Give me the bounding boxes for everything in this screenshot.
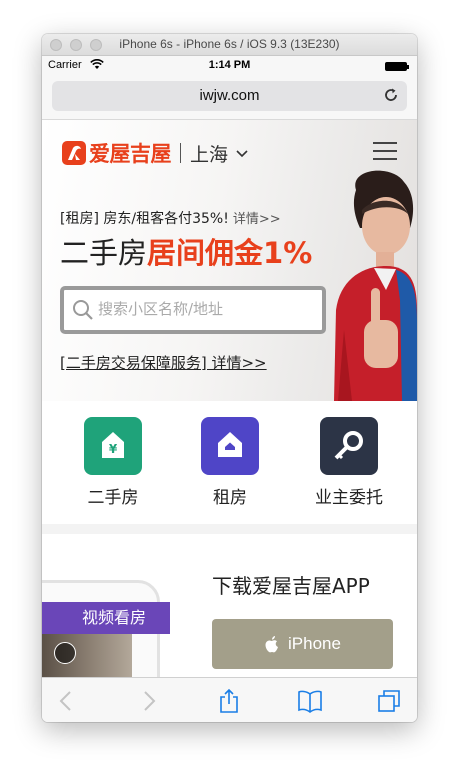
web-page: 爱屋吉屋 上海 [租房] 房东/租客各付35%!详情>> 二手房居间佣金1% — [42, 120, 417, 677]
rent-house-icon — [201, 417, 259, 475]
quick-link-rent[interactable]: 租房 — [185, 417, 275, 508]
play-icon[interactable] — [54, 642, 76, 664]
quick-link-owner-entrust[interactable]: 业主委托 — [304, 417, 394, 508]
video-thumbnail[interactable] — [42, 634, 132, 677]
video-tour-badge[interactable]: 视频看房 — [42, 602, 170, 634]
brand-logo-icon[interactable] — [62, 141, 86, 165]
quick-link-label: 二手房 — [87, 488, 139, 508]
app-download-section: 视频看房 下载爱屋吉屋APP iPhone — [42, 534, 417, 677]
tabs-icon[interactable] — [376, 688, 402, 714]
quick-link-label: 租房 — [213, 488, 247, 508]
rent-promo[interactable]: [租房] 房东/租客各付35%! 详情>> — [60, 208, 281, 228]
status-time: 1:14 PM — [208, 59, 251, 71]
apple-icon — [265, 635, 279, 652]
simulator-title: iPhone 6s - iPhone 6s / iOS 9.3 (13E230) — [119, 37, 340, 51]
headline-plain: 二手房 — [60, 236, 148, 270]
address-bar[interactable]: iwjw.com — [52, 81, 407, 111]
brand-name[interactable]: 爱屋吉屋 — [89, 138, 172, 168]
city-selector[interactable]: 上海 — [190, 140, 228, 167]
rent-promo-text: [租房] 房东/租客各付35%! — [60, 211, 229, 227]
share-icon[interactable] — [216, 688, 242, 714]
simulator-titlebar: iPhone 6s - iPhone 6s / iOS 9.3 (13E230) — [42, 34, 417, 56]
section-divider — [42, 524, 417, 534]
second-hand-house-icon: ¥ — [84, 417, 142, 475]
ios-status-bar: Carrier 1:14 PM — [42, 56, 417, 76]
hamburger-menu-icon[interactable] — [373, 142, 397, 160]
spokesperson-image — [334, 170, 417, 401]
app-download-title: 下载爱屋吉屋APP — [212, 574, 370, 598]
hero-banner: 爱屋吉屋 上海 [租房] 房东/租客各付35%! 详情>> 二手房居间佣金1% — [42, 120, 417, 401]
quick-links: ¥ 二手房 租房 业主委托 — [42, 401, 417, 524]
battery-icon — [385, 62, 409, 71]
reload-icon[interactable] — [383, 87, 399, 103]
rent-promo-more-link[interactable]: 详情>> — [233, 212, 281, 227]
simulator-window: iPhone 6s - iPhone 6s / iOS 9.3 (13E230)… — [42, 34, 417, 722]
search-icon — [73, 300, 93, 320]
chevron-down-icon[interactable] — [236, 150, 248, 158]
hero-headline: 二手房居间佣金1% — [60, 230, 312, 272]
forward-icon[interactable] — [135, 688, 161, 714]
url-text: iwjw.com — [199, 87, 260, 104]
iphone-download-button[interactable]: iPhone — [212, 619, 393, 669]
headline-highlight: 居间佣金1% — [147, 236, 313, 270]
svg-text:¥: ¥ — [109, 442, 118, 456]
back-icon[interactable] — [54, 688, 80, 714]
quick-link-label: 业主委托 — [315, 488, 383, 508]
safari-toolbar — [42, 677, 417, 722]
key-icon — [320, 417, 378, 475]
site-header: 爱屋吉屋 上海 — [62, 138, 248, 168]
guarantee-service-link[interactable]: [二手房交易保障服务] 详情>> — [60, 352, 267, 373]
search-box[interactable] — [60, 286, 326, 334]
search-input[interactable] — [98, 296, 318, 322]
safari-address-area: iwjw.com — [42, 76, 417, 120]
bookmarks-icon[interactable] — [297, 688, 323, 714]
iphone-button-label: iPhone — [288, 634, 341, 653]
quick-link-second-hand[interactable]: ¥ 二手房 — [68, 417, 158, 508]
header-separator — [180, 143, 181, 163]
